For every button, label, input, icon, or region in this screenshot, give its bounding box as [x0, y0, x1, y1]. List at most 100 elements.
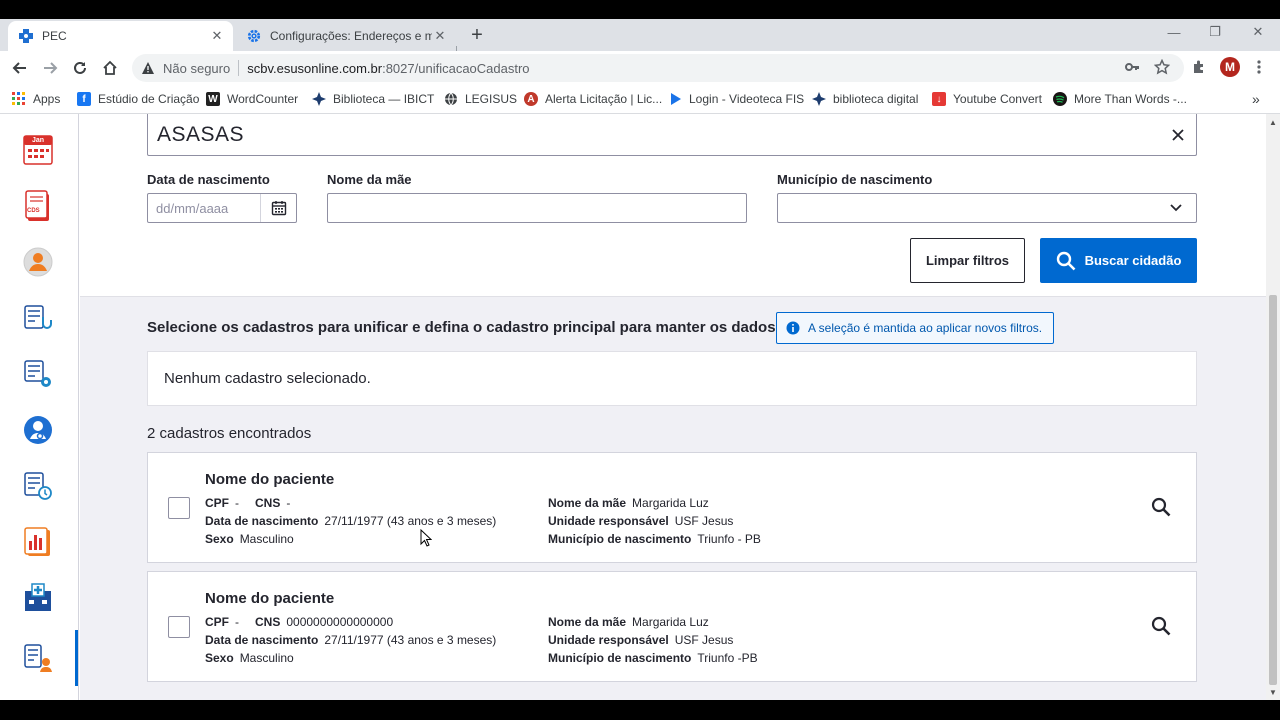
- scroll-up-icon[interactable]: ▲: [1269, 118, 1277, 127]
- cds-document-icon: [25, 190, 49, 221]
- sidebar-item-atendimento[interactable]: [22, 302, 54, 334]
- bookmark-wordcounter[interactable]: W WordCounter: [206, 90, 298, 108]
- info-text: A seleção é mantida ao aplicar novos fil…: [808, 321, 1043, 335]
- calendar-picker-icon[interactable]: [260, 194, 296, 222]
- back-icon[interactable]: [9, 57, 31, 79]
- minimize-button[interactable]: —: [1164, 22, 1184, 42]
- bookmarks-overflow-button[interactable]: »: [1252, 90, 1260, 108]
- bookmark-label: More Than Words -...: [1074, 92, 1187, 106]
- view-record-search-icon[interactable]: [1150, 496, 1172, 518]
- clear-input-icon[interactable]: [1160, 117, 1196, 153]
- cpf-cns-row: CPF - CNS -: [205, 496, 290, 510]
- record-card: Nome do paciente CPF - CNS 0000000000000000…: [147, 571, 1197, 682]
- bookmark-videoteca[interactable]: Login - Videoteca FIS: [668, 90, 804, 108]
- sidebar-item-cidadao[interactable]: [22, 246, 54, 278]
- chevron-down-icon[interactable]: [1156, 194, 1196, 222]
- sidebar-item-unificacao[interactable]: [22, 642, 54, 674]
- birth-label: Data de nascimento: [205, 633, 319, 647]
- bookmark-ibict[interactable]: Biblioteca — IBICT: [312, 90, 434, 108]
- tab-title: Configurações: Endereços e mais: [270, 29, 432, 43]
- sidebar-item-relatorios[interactable]: [22, 526, 54, 558]
- bookmark-label: LEGISUS: [465, 92, 518, 106]
- url-text[interactable]: scbv.esusonline.com.br:8027/unificacaoCa…: [247, 61, 529, 76]
- warning-icon[interactable]: [141, 61, 155, 75]
- birth-city-select[interactable]: [777, 193, 1197, 223]
- age-value: (43 anos e 3 meses): [386, 633, 497, 647]
- cpf-value: -: [235, 615, 239, 629]
- scrollbar-thumb[interactable]: [1269, 295, 1277, 685]
- tab-settings[interactable]: Configurações: Endereços e mais ✕: [236, 21, 456, 51]
- cpf-value: -: [235, 496, 239, 510]
- search-citizen-button[interactable]: Buscar cidadão: [1040, 238, 1197, 283]
- new-tab-button[interactable]: +: [466, 24, 488, 46]
- scroll-down-icon[interactable]: ▼: [1269, 688, 1277, 697]
- mother-row: Nome da mãe Margarida Luz: [548, 615, 709, 629]
- citizen-name-input[interactable]: ASASAS: [147, 114, 1197, 156]
- bookmark-label: biblioteca digital: [833, 92, 919, 106]
- patient-name: Nome do paciente: [205, 590, 335, 607]
- city-label: Município de nascimento: [548, 532, 692, 546]
- sidebar-item-cds[interactable]: CDS: [22, 190, 54, 222]
- mother-name-field[interactable]: [327, 193, 747, 223]
- bookmark-more-than-words[interactable]: More Than Words -...: [1053, 90, 1187, 108]
- sidebar-item-profissional[interactable]: [22, 414, 54, 446]
- sex-label: Sexo: [205, 651, 234, 665]
- sidebar-item-agenda[interactable]: Jan: [22, 134, 54, 166]
- spotify-icon: [1053, 92, 1067, 106]
- globe-icon: [444, 92, 458, 106]
- bookmark-legisus[interactable]: LEGISUS: [444, 90, 517, 108]
- home-icon[interactable]: [99, 57, 121, 79]
- bookmark-biblioteca-digital[interactable]: biblioteca digital: [812, 90, 918, 108]
- address-bar[interactable]: Não seguro scbv.esusonline.com.br:8027/u…: [132, 54, 1184, 82]
- page-scrollbar[interactable]: ▲ ▼: [1266, 114, 1280, 700]
- menu-kebab-icon[interactable]: [1250, 58, 1268, 76]
- age-value: (43 anos e 3 meses): [386, 514, 497, 528]
- city-value: Triunfo - PB: [697, 532, 761, 546]
- reload-icon[interactable]: [69, 57, 91, 79]
- record-checkbox[interactable]: [168, 616, 190, 638]
- sex-label: Sexo: [205, 532, 234, 546]
- restore-button[interactable]: ❐: [1205, 22, 1225, 42]
- sidebar-item-gestao[interactable]: [22, 358, 54, 390]
- view-record-search-icon[interactable]: [1150, 615, 1172, 637]
- cpf-cns-row: CPF - CNS 0000000000000000: [205, 615, 393, 629]
- forward-icon[interactable]: [39, 57, 61, 79]
- security-status[interactable]: Não seguro: [163, 61, 230, 76]
- url-host: scbv.esusonline.com.br: [247, 60, 383, 76]
- records-area: Selecione os cadastros para unificar e d…: [80, 297, 1266, 700]
- mother-row: Nome da mãe Margarida Luz: [548, 496, 709, 510]
- extensions-icon[interactable]: [1190, 58, 1208, 76]
- birth-city-label: Município de nascimento: [777, 172, 933, 187]
- bookmark-alerta[interactable]: A Alerta Licitação | Lic...: [524, 90, 662, 108]
- mother-value: Margarida Luz: [632, 615, 709, 629]
- info-alert: A seleção é mantida ao aplicar novos fil…: [776, 312, 1054, 344]
- mother-label: Nome da mãe: [548, 496, 627, 510]
- key-icon[interactable]: [1123, 58, 1141, 76]
- birth-date-label: Data de nascimento: [147, 172, 270, 187]
- close-tab-icon[interactable]: ✕: [209, 28, 225, 44]
- tab-pec[interactable]: PEC ✕: [8, 21, 233, 51]
- cns-value: -: [286, 496, 291, 510]
- close-window-button[interactable]: ✕: [1248, 22, 1268, 42]
- city-row: Município de nascimento Triunfo - PB: [548, 532, 761, 546]
- ibict-icon: [812, 92, 826, 106]
- health-unit-icon: [25, 583, 51, 611]
- birth-date-field[interactable]: dd/mm/aaaa: [147, 193, 297, 223]
- bookmark-youtube-convert[interactable]: ↓ Youtube Convert: [932, 90, 1042, 108]
- bookmark-estudio[interactable]: f Estúdio de Criação: [77, 90, 199, 108]
- sidebar-item-estabelecimento[interactable]: [22, 582, 54, 614]
- clear-filters-button[interactable]: Limpar filtros: [910, 238, 1025, 283]
- star-icon[interactable]: [1153, 58, 1171, 76]
- close-tab-icon[interactable]: ✕: [432, 28, 448, 44]
- bookmark-apps[interactable]: Apps: [12, 90, 60, 108]
- top-black-bar: [0, 0, 1280, 19]
- unit-row: Unidade responsável USF Jesus: [548, 514, 733, 528]
- sidebar-item-historico[interactable]: [22, 470, 54, 502]
- profile-avatar[interactable]: M: [1220, 57, 1240, 77]
- mother-label: Nome da mãe: [548, 615, 627, 629]
- ibict-icon: [312, 92, 326, 106]
- patient-name: Nome do paciente: [205, 471, 335, 488]
- records-found-count: 2 cadastros encontrados: [147, 425, 312, 442]
- bookmark-label: Alerta Licitação | Lic...: [545, 92, 663, 106]
- record-checkbox[interactable]: [168, 497, 190, 519]
